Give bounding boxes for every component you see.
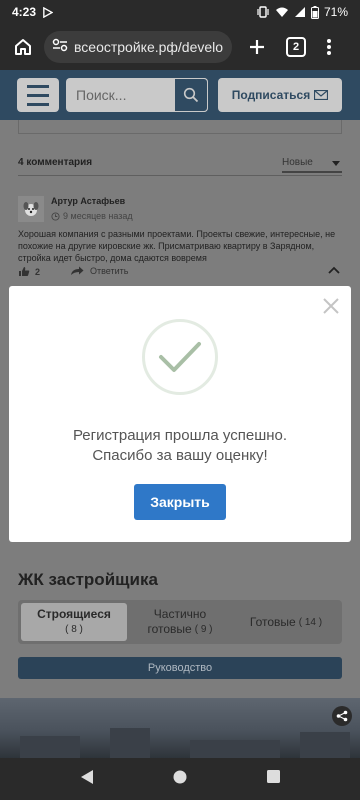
web-page: Подписаться 4 комментария Новые Артур Ас…	[0, 70, 360, 758]
sort-dropdown[interactable]: Новые	[282, 157, 342, 173]
back-button[interactable]	[80, 769, 94, 790]
building-shape	[20, 736, 80, 758]
tab-switcher-button[interactable]: 2	[286, 37, 306, 57]
tab-label: Строящиеся	[37, 607, 111, 621]
tab-label: Готовые	[249, 614, 296, 629]
project-tabs: Строящиеся ( 8 ) Частично готовые( 9 ) Г…	[18, 600, 342, 644]
section-title: ЖК застройщика	[18, 570, 158, 589]
tab-label-line1: Частично	[153, 607, 207, 621]
comments-count: 4 комментария	[18, 157, 93, 168]
search-input[interactable]	[66, 78, 174, 112]
reply-button[interactable]: Ответить	[70, 266, 128, 276]
subscribe-button[interactable]: Подписаться	[218, 78, 342, 112]
url-text: всеостройке.рф/developer/z	[74, 39, 224, 55]
search-icon	[183, 87, 199, 103]
collapse-button[interactable]	[328, 266, 340, 276]
modal-message-line1: Регистрация прошла успешно.	[72, 427, 288, 444]
new-tab-button[interactable]	[244, 32, 270, 62]
building-shape	[190, 740, 280, 758]
home-circle-icon	[173, 770, 187, 783]
system-nav-bar	[0, 758, 360, 800]
chevron-up-icon	[328, 266, 340, 274]
home-icon	[15, 39, 31, 55]
recents-button[interactable]	[267, 770, 281, 788]
status-time: 4:23	[12, 5, 37, 19]
comment-actions: 2 Ответить	[18, 266, 342, 280]
search-box	[66, 78, 208, 112]
recents-square-icon	[267, 770, 281, 783]
status-bar: 4:23 71%	[0, 0, 360, 24]
tab-count: ( 8 )	[65, 624, 83, 635]
browser-menu-button[interactable]	[322, 32, 336, 62]
comment-text: Хорошая компания с разными проектами. Пр…	[18, 229, 336, 263]
signal-icon	[294, 6, 306, 18]
vibrate-icon	[256, 6, 270, 18]
share-icon	[336, 710, 348, 722]
browser-toolbar: всеостройке.рф/developer/z 2	[0, 24, 360, 70]
comments-header: 4 комментария Новые	[18, 154, 342, 176]
checkmark-icon	[159, 342, 201, 372]
subscribe-label: Подписаться	[231, 88, 311, 102]
modal-message-line2: Спасибо за вашу оценку!	[92, 447, 268, 464]
tab-count: ( 14 )	[298, 616, 323, 628]
clock-icon	[51, 211, 60, 221]
reply-arrow-icon	[71, 266, 84, 275]
comment-date-text: 9 месяцев назад	[63, 211, 133, 221]
plus-icon	[250, 40, 264, 54]
project-photo	[0, 698, 360, 758]
tab-partially-ready[interactable]: Частично готовые( 9 )	[127, 603, 233, 641]
site-settings-icon[interactable]	[52, 38, 68, 57]
management-button[interactable]: Руководство	[18, 657, 342, 679]
dropdown-arrow-icon	[332, 161, 340, 166]
building-shape	[110, 728, 150, 758]
reply-label: Ответить	[90, 266, 129, 276]
comment-author[interactable]: Артур Астафьев	[51, 196, 125, 206]
tab-under-construction[interactable]: Строящиеся ( 8 )	[21, 603, 127, 641]
share-button[interactable]	[332, 706, 352, 726]
back-triangle-icon	[80, 769, 93, 784]
like-count: 2	[35, 266, 41, 277]
close-icon	[323, 298, 339, 314]
hamburger-menu-button[interactable]	[17, 78, 59, 112]
wifi-icon	[275, 6, 289, 18]
tab-ready[interactable]: Готовые( 14 )	[233, 603, 339, 641]
sort-label: Новые	[282, 157, 313, 168]
tab-count: ( 9 )	[194, 624, 213, 635]
modal-close-action-button[interactable]: Закрыть	[134, 484, 226, 520]
home-button[interactable]	[8, 32, 38, 62]
home-nav-button[interactable]	[173, 770, 187, 789]
site-header: Подписаться	[0, 70, 360, 120]
modal-close-button[interactable]	[321, 296, 341, 316]
dog-avatar-icon	[23, 202, 39, 216]
search-button[interactable]	[174, 78, 208, 112]
like-button[interactable]: 2	[18, 266, 40, 277]
tab-label-line2: готовые	[147, 622, 192, 636]
address-bar[interactable]: всеостройке.рф/developer/z	[44, 31, 232, 63]
more-vert-icon	[327, 39, 331, 55]
battery-percent: 71%	[323, 5, 348, 19]
avatar	[18, 196, 44, 222]
comment-date: 9 месяцев назад	[51, 211, 133, 221]
success-modal: Регистрация прошла успешно. Спасибо за в…	[9, 286, 351, 542]
battery-icon	[310, 5, 319, 19]
success-check-circle	[142, 319, 218, 395]
play-icon	[42, 6, 54, 18]
modal-message: Регистрация прошла успешно. Спасибо за в…	[9, 426, 351, 466]
thumbs-up-icon	[19, 267, 30, 276]
building-shape	[300, 732, 350, 758]
envelope-icon	[314, 90, 329, 100]
content-box-edge	[18, 120, 342, 134]
